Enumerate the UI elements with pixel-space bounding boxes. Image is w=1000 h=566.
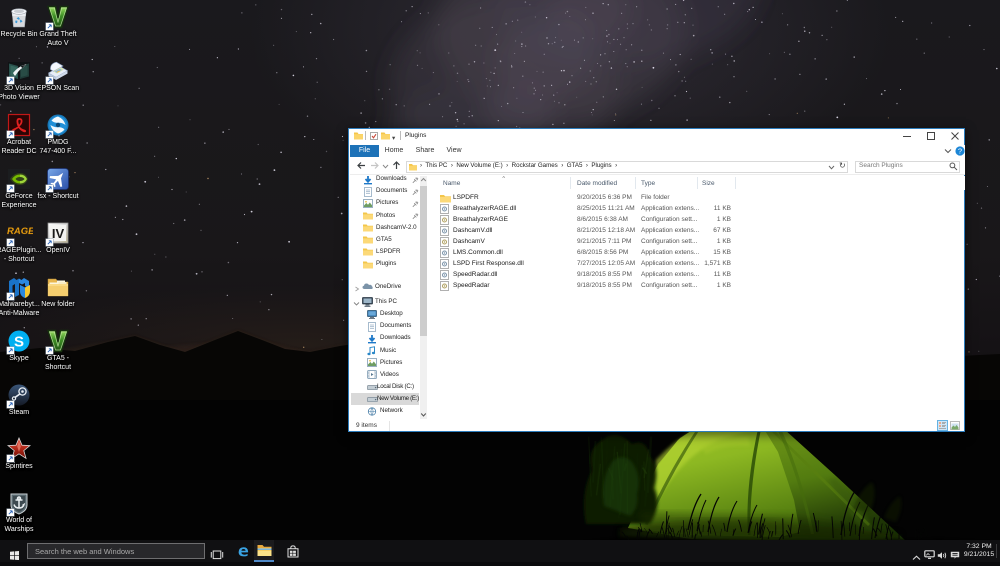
svg-text:IV: IV [52, 226, 65, 241]
svg-text:?: ? [958, 147, 962, 156]
